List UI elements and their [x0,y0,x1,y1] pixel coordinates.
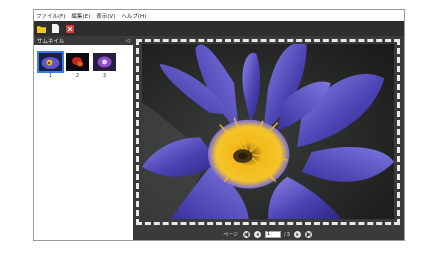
thumbnail-1[interactable]: 1 [37,51,64,79]
menu-help[interactable]: ヘルプ(H) [121,12,146,20]
folder-icon [37,25,46,33]
image-viewer [133,36,404,229]
collapse-panel-icon[interactable]: ◁ [126,38,130,44]
open-folder-button[interactable] [37,24,46,33]
next-page-button[interactable] [293,231,301,238]
document-icon [52,24,59,33]
first-page-icon [244,231,249,238]
page-separator: / [284,231,286,238]
lotus-photo-image [142,44,394,219]
thumbnail-number: 2 [75,73,80,79]
prev-page-icon [256,232,259,237]
main-image [142,44,394,219]
page-total: 3 [286,231,290,238]
thumbnail-image-red-flower [66,53,89,71]
thumbnail-list: 1 2 3 [34,45,133,79]
first-page-button[interactable] [243,231,251,238]
thumbnail-panel: サムネイル ◁ 1 2 3 [34,36,134,240]
next-page-icon [296,232,299,237]
page-navigator: ページ 1 / 3 [133,229,404,240]
menu-edit[interactable]: 編集(E) [71,12,90,20]
thumbnail-image-purple-flower [93,53,116,71]
last-page-icon [306,231,311,238]
delete-button[interactable] [65,24,74,33]
new-document-button[interactable] [51,24,60,33]
toolbar [34,21,404,36]
delete-icon [65,24,74,33]
thumbnail-number: 1 [48,73,53,79]
menu-file[interactable]: ファイル(F) [36,12,65,20]
page-label: ページ [223,232,239,238]
thumbnail-image-lotus-blue [37,51,64,73]
app-window: ファイル(F) 編集(E) 表示(V) ヘルプ(H) サムネイル ◁ 1 2 3… [33,9,405,241]
thumbnail-panel-header: サムネイル ◁ [34,36,133,45]
last-page-button[interactable] [304,231,312,238]
page-frame [136,39,400,225]
thumbnail-number: 3 [102,73,107,79]
thumbnail-2[interactable]: 2 [66,53,89,79]
prev-page-button[interactable] [254,231,262,238]
thumbnail-panel-title: サムネイル [37,38,65,45]
page-number-input[interactable]: 1 [265,231,282,238]
thumbnail-3[interactable]: 3 [93,53,116,79]
menu-view[interactable]: 表示(V) [96,12,115,20]
